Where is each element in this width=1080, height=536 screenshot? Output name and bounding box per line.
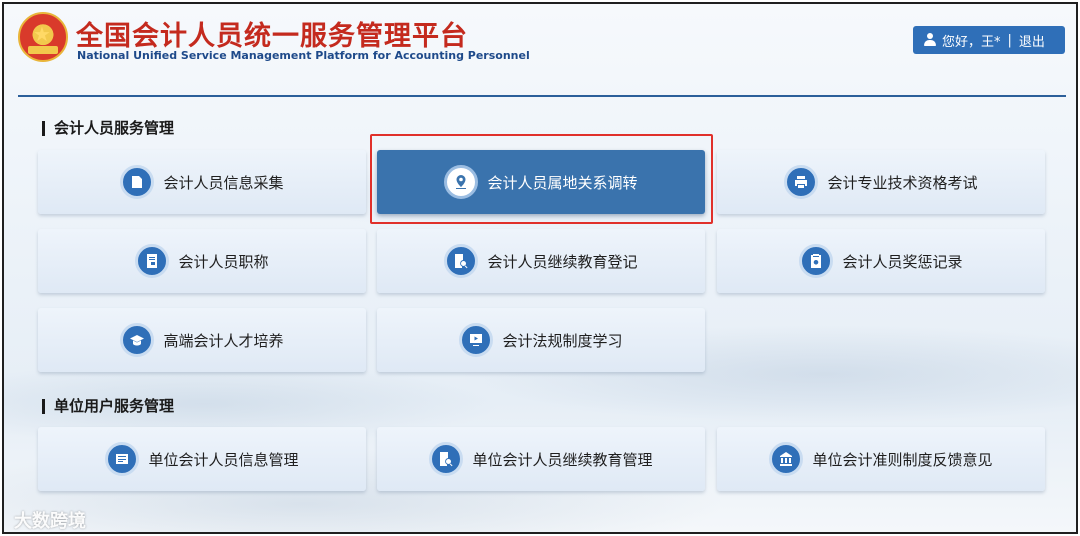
user-greeting: 您好，王* [942, 34, 1001, 50]
card-label: 单位会计人员信息管理 [148, 450, 299, 469]
location-pin-icon [444, 165, 479, 199]
section-title-organization: 单位用户服务管理 [42, 399, 174, 414]
card-standards-feedback[interactable]: 单位会计准则制度反馈意见 [717, 427, 1045, 491]
card-label: 单位会计准则制度反馈意见 [812, 450, 993, 469]
card-regulations-study[interactable]: 会计法规制度学习 [377, 308, 705, 372]
edit-doc-icon [120, 165, 155, 199]
watermark: 大数跨境 [14, 511, 86, 532]
card-label: 会计人员继续教育登记 [487, 252, 638, 271]
national-emblem-icon: ★ [18, 12, 68, 62]
card-label: 会计人员属地关系调转 [487, 173, 638, 192]
platform-subtitle: National Unified Service Management Plat… [77, 49, 530, 62]
id-card-icon [105, 442, 140, 476]
card-org-info-management[interactable]: 单位会计人员信息管理 [38, 427, 366, 491]
card-continuing-education[interactable]: 会计人员继续教育登记 [377, 229, 705, 293]
card-label: 单位会计人员继续教育管理 [472, 450, 653, 469]
header: ★ 全国会计人员统一服务管理平台 National Unified Servic… [4, 4, 1076, 78]
doc-search-icon [429, 442, 464, 476]
doc-search-icon [444, 244, 479, 278]
user-menu: 您好，王* | 退出 [913, 26, 1065, 54]
card-label: 会计专业技术资格考试 [827, 173, 978, 192]
card-org-education-management[interactable]: 单位会计人员继续教育管理 [377, 427, 705, 491]
card-rewards-penalties[interactable]: 会计人员奖惩记录 [717, 229, 1045, 293]
section-title-personnel: 会计人员服务管理 [42, 121, 174, 136]
card-info-collection[interactable]: 会计人员信息采集 [38, 150, 366, 214]
card-label: 会计人员奖惩记录 [842, 252, 963, 271]
card-label: 高端会计人才培养 [163, 331, 284, 350]
user-separator: | [1007, 32, 1012, 48]
card-location-transfer[interactable]: 会计人员属地关系调转 [377, 150, 705, 214]
clipboard-search-icon [799, 244, 834, 278]
printer-icon [784, 165, 819, 199]
user-icon [923, 33, 937, 47]
logout-link[interactable]: 退出 [1019, 31, 1045, 50]
video-play-icon [459, 323, 494, 357]
card-label: 会计法规制度学习 [502, 331, 623, 350]
card-label: 会计人员职称 [178, 252, 269, 271]
card-talent-training[interactable]: 高端会计人才培养 [38, 308, 366, 372]
certificate-icon [135, 244, 170, 278]
card-label: 会计人员信息采集 [163, 173, 284, 192]
app-window: ★ 全国会计人员统一服务管理平台 National Unified Servic… [2, 2, 1078, 534]
main-content: 会计人员服务管理 会计人员信息采集 会计人员属地关系调转 会计专业技术资格考试 … [18, 95, 1066, 532]
platform-title: 全国会计人员统一服务管理平台 [76, 21, 468, 52]
card-qualification-exam[interactable]: 会计专业技术资格考试 [717, 150, 1045, 214]
graduation-cap-icon [120, 323, 155, 357]
building-icon [769, 442, 804, 476]
card-professional-title[interactable]: 会计人员职称 [38, 229, 366, 293]
